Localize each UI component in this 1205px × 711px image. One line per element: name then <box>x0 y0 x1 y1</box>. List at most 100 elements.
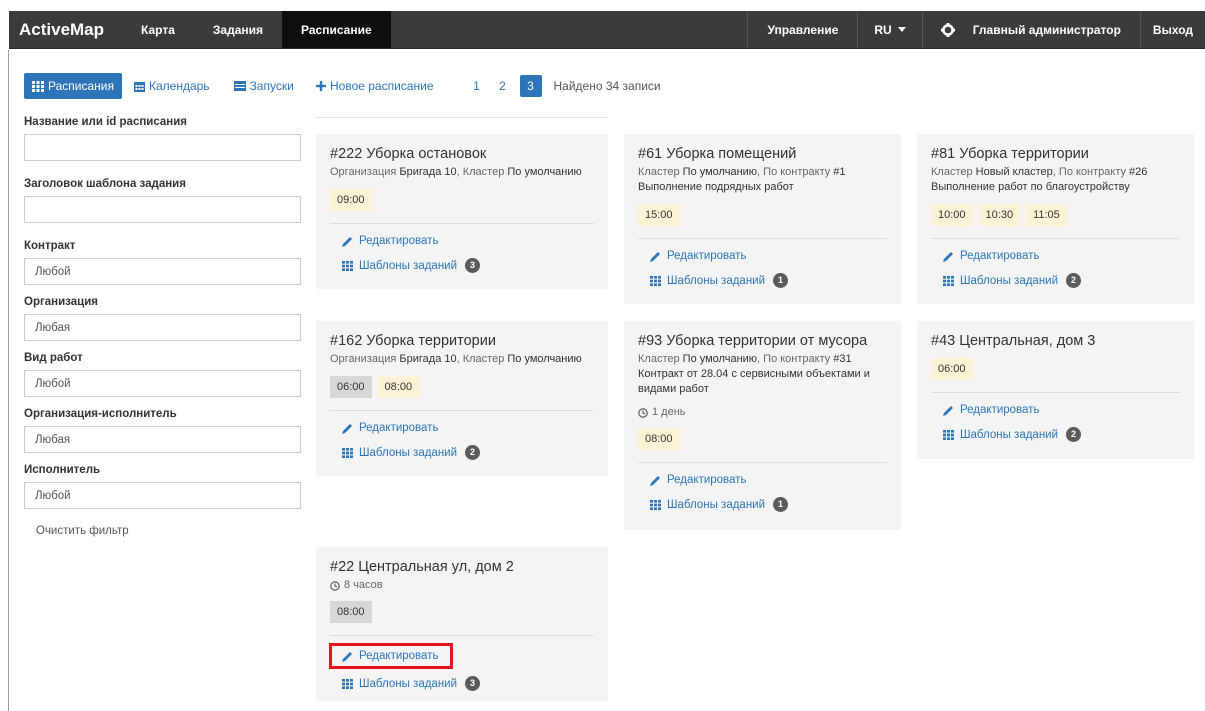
grid-icon <box>943 275 954 286</box>
tab-calendar-label: Календарь <box>148 79 210 93</box>
card-divider <box>931 392 1180 393</box>
edit-link[interactable]: Редактировать <box>650 249 887 263</box>
pencil-icon <box>342 651 352 662</box>
edit-link[interactable]: Редактировать <box>943 403 1180 417</box>
top-navbar: ActiveMap Карта Задания Расписание Управ… <box>9 11 1205 49</box>
nav-language-dropdown[interactable]: RU <box>857 11 921 48</box>
nav-tasks[interactable]: Задания <box>194 11 282 48</box>
tab-runs[interactable]: Запуски <box>226 73 302 99</box>
time-chip[interactable]: 08:00 <box>638 428 680 450</box>
tab-schedules-label: Расписания <box>48 79 114 93</box>
templates-link[interactable]: Шаблоны заданий 2 <box>943 273 1180 288</box>
grid-icon <box>943 429 954 440</box>
filter-template-input[interactable] <box>24 196 301 223</box>
filter-worktype-select[interactable]: Любой <box>24 370 301 397</box>
card-divider <box>330 223 594 224</box>
card-description: Выполнение подрядных работ <box>638 181 794 193</box>
card-times: 06:00 <box>931 358 1180 380</box>
plus-icon <box>316 81 326 91</box>
card-times: 08:00 <box>638 428 887 450</box>
templates-count-badge: 2 <box>465 445 481 460</box>
time-chip[interactable]: 09:00 <box>330 189 372 211</box>
card-divider <box>330 635 594 636</box>
tab-calendar[interactable]: Календарь <box>126 73 218 99</box>
card-description: Выполнение работ по благоустройству <box>931 181 1130 193</box>
time-chip[interactable]: 08:00 <box>377 376 420 398</box>
time-chip[interactable]: 06:00 <box>931 358 973 380</box>
nav-map[interactable]: Карта <box>122 11 194 48</box>
page-link-2[interactable]: 2 <box>492 75 514 97</box>
tab-schedules[interactable]: Расписания <box>24 73 122 99</box>
card-title: #93 Уборка территории от мусора <box>638 333 868 349</box>
schedule-card-22: #22 Центральная ул, дом 2 8 часов 08:00 … <box>316 547 608 701</box>
caret-down-icon <box>897 27 906 32</box>
templates-link[interactable]: Шаблоны заданий 2 <box>342 445 594 460</box>
card-title: #22 Центральная ул, дом 2 <box>330 559 514 575</box>
filter-org-select[interactable]: Любая <box>24 314 301 341</box>
page-link-1[interactable]: 1 <box>466 75 488 97</box>
time-chip[interactable]: 08:00 <box>330 601 372 623</box>
time-chip[interactable]: 10:30 <box>978 204 1021 226</box>
templates-link[interactable]: Шаблоны заданий 1 <box>650 497 887 512</box>
time-chip[interactable]: 15:00 <box>638 204 680 226</box>
edit-link[interactable]: Редактировать <box>342 234 594 248</box>
card-meta: Кластер По умолчанию, По контракту #1 <box>638 166 846 178</box>
schedule-card-43: #43 Центральная, дом 3 06:00 Редактирова… <box>917 321 1194 459</box>
filter-executor-label: Исполнитель <box>24 464 101 476</box>
schedule-card-61: #61 Уборка помещений Кластер По умолчани… <box>624 134 901 304</box>
time-chip[interactable]: 10:00 <box>931 204 973 226</box>
filter-contract-label: Контракт <box>24 240 76 252</box>
filter-org-label: Организация <box>24 296 98 308</box>
card-times: 10:00 10:30 11:05 <box>931 204 1180 226</box>
card-meta: Организация Бригада 10, Кластер По умолч… <box>330 166 582 178</box>
card-divider <box>638 462 887 463</box>
edit-link[interactable]: Редактировать <box>650 473 887 487</box>
page-frame-border <box>8 50 9 711</box>
filter-template-label: Заголовок шаблона задания <box>24 178 186 190</box>
pencil-icon <box>650 251 660 262</box>
calendar-icon <box>133 81 145 92</box>
grid-icon <box>342 447 353 458</box>
new-schedule-button[interactable]: Новое расписание <box>316 79 440 93</box>
brand-logo[interactable]: ActiveMap <box>9 11 122 48</box>
settings-button[interactable] <box>921 11 967 48</box>
pencil-icon <box>342 236 352 247</box>
templates-link[interactable]: Шаблоны заданий 3 <box>342 258 594 273</box>
edit-link[interactable]: Редактировать <box>943 249 1180 263</box>
templates-link[interactable]: Шаблоны заданий 1 <box>650 273 887 288</box>
time-chip[interactable]: 06:00 <box>330 376 372 398</box>
filter-contract-select[interactable]: Любой <box>24 258 301 285</box>
edit-link-highlighted[interactable]: Редактировать <box>328 643 454 669</box>
card-times: 08:00 <box>330 601 594 623</box>
card-duration: 1 день <box>638 405 887 420</box>
grid-icon <box>342 260 353 271</box>
nav-logout[interactable]: Выход <box>1139 11 1205 48</box>
grid-icon <box>342 678 353 689</box>
grid-icon <box>650 275 661 286</box>
gear-icon <box>940 22 955 37</box>
clock-icon <box>330 580 340 591</box>
page-link-3[interactable]: 3 <box>519 75 542 97</box>
list-icon <box>233 81 246 91</box>
nav-schedule[interactable]: Расписание <box>282 11 391 48</box>
records-found-text: Найдено 34 записи <box>553 79 661 93</box>
card-meta: Кластер Новый кластер, По контракту #26 <box>931 166 1148 178</box>
filter-name-input[interactable] <box>24 134 301 161</box>
card-title: #61 Уборка помещений <box>638 146 797 162</box>
templates-count-badge: 1 <box>773 273 789 288</box>
filter-executor-org-select[interactable]: Любая <box>24 426 301 453</box>
nav-manage[interactable]: Управление <box>747 11 857 48</box>
nav-admin-user[interactable]: Главный администратор <box>967 11 1140 48</box>
clear-filter-button[interactable]: Очистить фильтр <box>36 525 129 537</box>
templates-link[interactable]: Шаблоны заданий 2 <box>943 427 1180 442</box>
templates-link[interactable]: Шаблоны заданий 3 <box>342 676 594 691</box>
card-times: 15:00 <box>638 204 887 226</box>
time-chip[interactable]: 11:05 <box>1026 204 1067 226</box>
edit-link[interactable]: Редактировать <box>342 421 594 435</box>
filter-executor-org-label: Организация-исполнитель <box>24 408 177 420</box>
filter-executor-select[interactable]: Любой <box>24 482 301 509</box>
templates-count-badge: 2 <box>1066 427 1082 442</box>
pencil-icon <box>650 475 660 486</box>
card-description: Контракт от 28.04 с сервисными объектами… <box>638 368 870 395</box>
card-times: 06:00 08:00 <box>330 376 594 398</box>
